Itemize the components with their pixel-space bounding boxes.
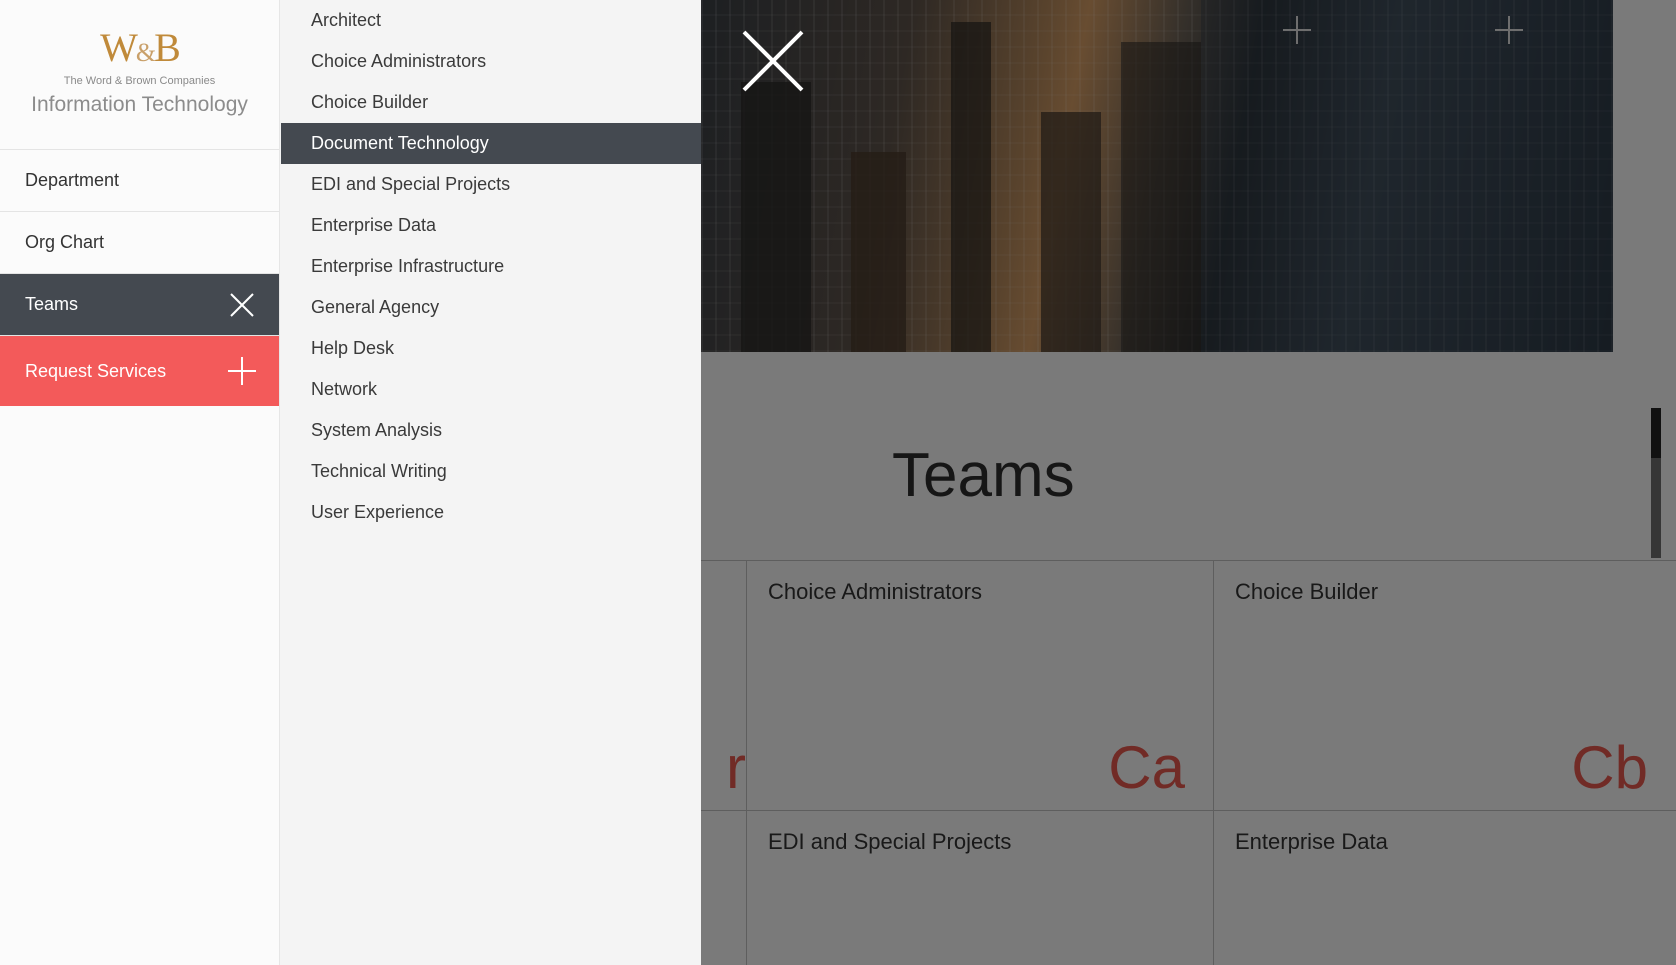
team-menu-item-edi-special-projects[interactable]: EDI and Special Projects — [281, 164, 701, 205]
nav-item-label: Department — [25, 170, 120, 190]
team-menu-item-user-experience[interactable]: User Experience — [281, 492, 701, 533]
team-menu-item-enterprise-infrastructure[interactable]: Enterprise Infrastructure — [281, 246, 701, 287]
sidebar: W&B The Word & Brown Companies Informati… — [0, 0, 280, 965]
close-icon[interactable] — [227, 290, 257, 320]
company-name: The Word & Brown Companies — [63, 75, 216, 87]
team-menu-item-enterprise-data[interactable]: Enterprise Data — [281, 205, 701, 246]
nav-item-teams[interactable]: Teams — [0, 274, 279, 336]
nav-item-label: Request Services — [25, 360, 167, 381]
team-menu-item-document-technology[interactable]: Document Technology — [281, 123, 701, 164]
nav-item-org-chart[interactable]: Org Chart — [0, 212, 279, 274]
team-menu-item-choice-builder[interactable]: Choice Builder — [281, 82, 701, 123]
team-menu: Architect Choice Administrators Choice B… — [281, 0, 701, 965]
modal-overlay[interactable] — [701, 0, 1676, 965]
team-menu-item-help-desk[interactable]: Help Desk — [281, 328, 701, 369]
logo-mark: W&B — [100, 25, 181, 70]
team-menu-item-general-agency[interactable]: General Agency — [281, 287, 701, 328]
nav-item-label: Teams — [25, 294, 79, 314]
plus-icon[interactable] — [227, 356, 257, 386]
team-menu-item-technical-writing[interactable]: Technical Writing — [281, 451, 701, 492]
team-menu-item-choice-administrators[interactable]: Choice Administrators — [281, 41, 701, 82]
nav-item-label: Org Chart — [25, 232, 105, 252]
nav-item-department[interactable]: Department — [0, 150, 279, 212]
request-services-button[interactable]: Request Services — [0, 336, 279, 406]
team-menu-item-architect[interactable]: Architect — [281, 0, 701, 41]
team-menu-item-network[interactable]: Network — [281, 369, 701, 410]
logo[interactable]: W&B The Word & Brown Companies Informati… — [0, 0, 279, 150]
close-icon[interactable] — [740, 28, 806, 94]
team-menu-item-system-analysis[interactable]: System Analysis — [281, 410, 701, 451]
site-title: Information Technology — [31, 93, 248, 116]
